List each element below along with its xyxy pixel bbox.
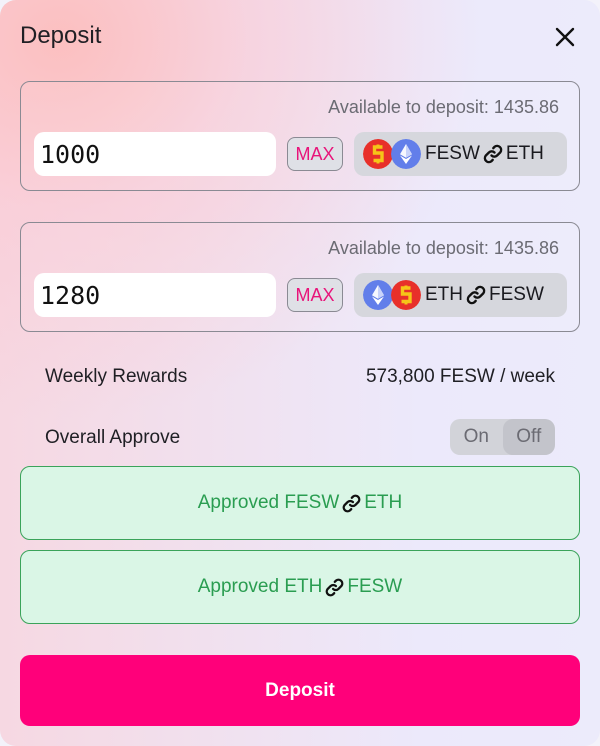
amount-input[interactable]	[34, 273, 276, 317]
approved-button-token: ETH	[364, 492, 403, 513]
link-icon	[340, 492, 363, 515]
pair-label: FESW ETH	[425, 142, 544, 166]
overall-approve-label: Overall Approve	[45, 427, 181, 448]
pair-token-second: ETH	[505, 143, 544, 164]
modal-title: Deposit	[20, 22, 102, 49]
approved-button[interactable]: Approved FESW ETH	[20, 466, 580, 540]
deposit-modal: Deposit Available to deposit: 1435.86 MA…	[0, 0, 600, 746]
approved-button-text: Approved ETH	[197, 576, 323, 597]
deposit-button[interactable]: Deposit	[20, 655, 580, 726]
weekly-rewards-value: 573,800 FESW / week	[365, 366, 555, 387]
eth-coin-icon	[363, 280, 393, 310]
link-icon	[323, 576, 346, 599]
pair-token-second: FESW	[489, 284, 544, 305]
pair-token-first: FESW	[425, 143, 480, 164]
eth-coin-icon	[391, 139, 421, 169]
amount-input[interactable]	[34, 132, 276, 176]
weekly-rewards-label: Weekly Rewards	[45, 366, 188, 387]
available-to-deposit-text: Available to deposit: 1435.86	[328, 238, 559, 258]
token-b-panel: Available to deposit: 1435.86 MAX ETH FE…	[20, 222, 580, 332]
close-icon[interactable]	[552, 24, 578, 50]
overall-approve-toggle[interactable]: On Off	[450, 419, 555, 455]
approved-button-text: Approved FESW	[197, 492, 340, 513]
pair-label: ETH FESW	[425, 283, 544, 307]
toggle-on-option[interactable]: On	[450, 419, 503, 455]
link-icon	[481, 142, 505, 166]
link-icon	[464, 283, 488, 307]
pair-selector[interactable]: FESW ETH	[354, 132, 567, 176]
fesw-coin-icon	[363, 139, 393, 169]
available-to-deposit-text: Available to deposit: 1435.86	[328, 97, 559, 117]
approved-button-token: FESW	[347, 576, 403, 597]
toggle-off-option[interactable]: Off	[502, 419, 555, 455]
token-a-panel: Available to deposit: 1435.86 MAX FESW E…	[20, 81, 580, 191]
max-button[interactable]: MAX	[287, 278, 343, 312]
pair-selector[interactable]: ETH FESW	[354, 273, 567, 317]
pair-token-first: ETH	[425, 284, 463, 305]
approved-button[interactable]: Approved ETH FESW	[20, 550, 580, 624]
max-button[interactable]: MAX	[287, 137, 343, 171]
fesw-coin-icon	[391, 280, 421, 310]
